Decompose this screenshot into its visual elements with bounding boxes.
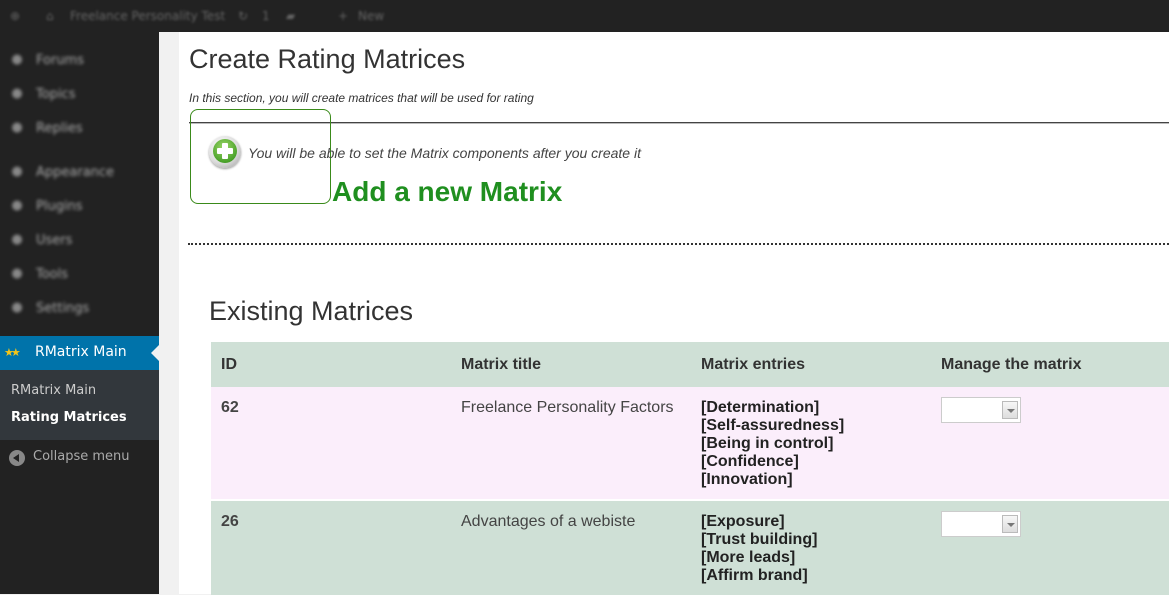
plus-icon <box>213 139 237 163</box>
sidebar-item-rmatrix-main[interactable]: ★★ RMatrix Main <box>0 336 159 370</box>
column-header-id: ID <box>211 342 451 387</box>
chevron-down-icon[interactable] <box>1002 401 1018 419</box>
home-icon[interactable]: ⌂ <box>46 0 54 32</box>
collapse-menu-label: Collapse menu <box>33 449 130 464</box>
matrix-entry: [Innovation] <box>701 471 793 488</box>
submenu-item-rmatrix-main[interactable]: RMatrix Main <box>11 383 96 398</box>
table-row: 26 Advantages of a webiste [Exposure] [T… <box>211 500 1169 595</box>
add-matrix-button[interactable] <box>209 136 241 168</box>
submenu-item-rating-matrices[interactable]: Rating Matrices <box>11 410 127 425</box>
plus-icon[interactable]: + <box>338 0 348 32</box>
sidebar-item-plugins[interactable]: ● Plugins <box>0 190 159 224</box>
site-name-link[interactable]: Freelance Personality Test <box>70 0 225 32</box>
matrix-entry: [Confidence] <box>701 453 799 470</box>
matrix-title: Freelance Personality Factors <box>451 387 691 501</box>
sidebar-item-label: Tools <box>36 267 69 282</box>
table-header-row: ID Matrix title Matrix entries Manage th… <box>211 342 1169 387</box>
tools-icon: ● <box>11 266 23 281</box>
content-panel: Create Rating Matrices In this section, … <box>179 32 1169 595</box>
matrix-entry: [Affirm brand] <box>701 567 808 584</box>
table-row: 62 Freelance Personality Factors [Determ… <box>211 387 1169 501</box>
settings-icon: ● <box>11 300 23 315</box>
sidebar-item-label: Replies <box>36 121 83 136</box>
matrix-entries: [Determination] [Self-assuredness] [Bein… <box>691 387 931 501</box>
add-matrix-hint: You will be able to set the Matrix compo… <box>248 145 641 161</box>
wordpress-logo-icon[interactable]: ⊕ <box>10 0 20 32</box>
matrix-entries: [Exposure] [Trust building] [More leads]… <box>691 500 931 595</box>
matrix-entry: [Exposure] <box>701 513 785 530</box>
plugin-icon: ● <box>11 198 23 213</box>
matrix-entry: [Determination] <box>701 399 820 416</box>
comments-icon[interactable]: ▰ <box>286 0 295 32</box>
matrix-id: 62 <box>211 387 451 501</box>
sidebar-item-replies[interactable]: ● Replies <box>0 112 159 146</box>
matrix-entry: [Self-assuredness] <box>701 417 845 434</box>
admin-sidebar: ● Forums ● Topics ● Replies ● Appearance… <box>0 32 159 594</box>
chevron-down-icon[interactable] <box>1002 515 1018 533</box>
matrix-id: 26 <box>211 500 451 595</box>
manage-matrix-select[interactable] <box>941 397 1021 423</box>
manage-cell <box>931 387 1169 501</box>
collapse-menu-button[interactable]: Collapse menu <box>0 440 159 474</box>
sidebar-item-label: Topics <box>36 87 76 102</box>
collapse-arrow-icon <box>9 450 25 466</box>
sidebar-item-label: Users <box>36 233 73 248</box>
matrices-table: ID Matrix title Matrix entries Manage th… <box>211 342 1169 595</box>
add-matrix-annotation: Add a new Matrix <box>332 176 563 207</box>
matrix-title: Advantages of a webiste <box>451 500 691 595</box>
sidebar-item-forums[interactable]: ● Forums <box>0 44 159 78</box>
topic-icon: ● <box>11 86 23 101</box>
stars-icon: ★★ <box>4 346 21 359</box>
sidebar-item-tools[interactable]: ● Tools <box>0 258 159 292</box>
main-content: Create Rating Matrices In this section, … <box>159 32 1169 595</box>
column-header-entries: Matrix entries <box>691 342 931 387</box>
active-indicator-arrow <box>151 345 159 361</box>
reply-icon: ● <box>11 120 23 135</box>
brush-icon: ● <box>11 164 23 179</box>
dotted-divider <box>188 243 1169 245</box>
divider <box>189 122 1169 124</box>
matrix-entry: [Trust building] <box>701 531 818 548</box>
updates-count: 1 <box>262 9 270 23</box>
column-header-manage: Manage the matrix <box>931 342 1169 387</box>
matrix-entry: [Being in control] <box>701 435 834 452</box>
manage-cell <box>931 500 1169 595</box>
manage-matrix-select[interactable] <box>941 511 1021 537</box>
page-title: Create Rating Matrices <box>189 44 466 74</box>
sidebar-item-label: Forums <box>36 53 84 68</box>
sidebar-item-appearance[interactable]: ● Appearance <box>0 156 159 190</box>
users-icon: ● <box>11 232 23 247</box>
page-intro: In this section, you will create matrice… <box>189 91 534 105</box>
sidebar-item-label: RMatrix Main <box>35 344 127 360</box>
sidebar-item-label: Appearance <box>36 165 115 180</box>
sidebar-item-topics[interactable]: ● Topics <box>0 78 159 112</box>
column-header-title: Matrix title <box>451 342 691 387</box>
updates-icon[interactable]: ↻ <box>238 0 248 32</box>
sidebar-submenu: RMatrix Main Rating Matrices <box>0 370 159 440</box>
sidebar-item-users[interactable]: ● Users <box>0 224 159 258</box>
forum-icon: ● <box>11 52 23 67</box>
existing-matrices-title: Existing Matrices <box>209 296 414 326</box>
sidebar-item-label: Plugins <box>36 199 83 214</box>
sidebar-item-settings[interactable]: ● Settings <box>0 292 159 326</box>
matrix-entry: [More leads] <box>701 549 796 566</box>
new-content-link[interactable]: New <box>358 0 384 32</box>
sidebar-item-label: Settings <box>36 301 90 316</box>
admin-bar: ⊕ ⌂ Freelance Personality Test ↻ 1 ▰ + N… <box>0 0 1169 32</box>
